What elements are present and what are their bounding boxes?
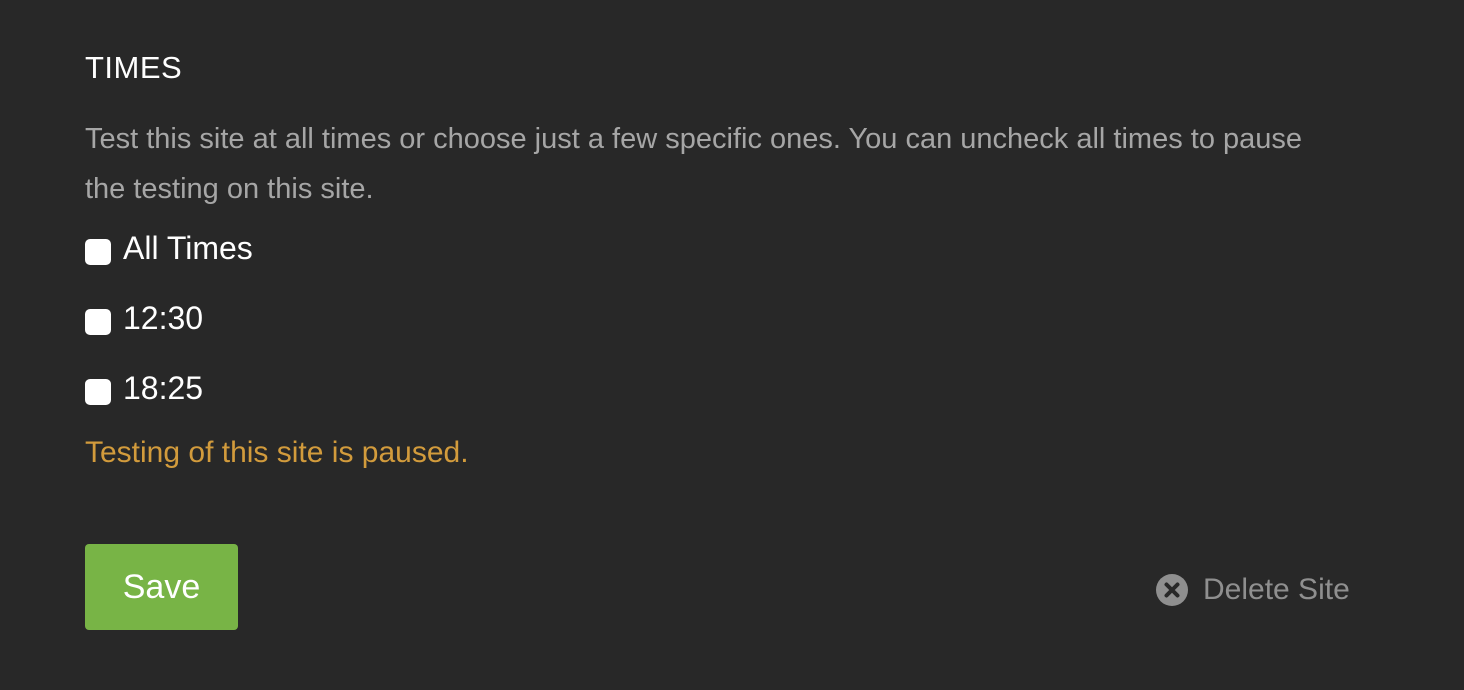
delete-site-link[interactable]: Delete Site [1156,573,1350,607]
option-label: 18:25 [123,370,204,406]
option-label: 12:30 [123,300,204,336]
times-settings-panel: TIMES Test this site at all times or cho… [85,0,1385,690]
save-button[interactable]: Save [85,544,238,630]
option-time-1230[interactable]: 12:30 [85,298,203,338]
section-title: TIMES [85,50,183,85]
option-label: All Times [123,230,253,266]
time-1230-checkbox[interactable] [85,309,111,335]
status-message: Testing of this site is paused. [85,436,469,469]
section-description: Test this site at all times or choose ju… [85,123,1303,205]
delete-site-label: Delete Site [1203,573,1350,606]
all-times-checkbox[interactable] [85,239,111,265]
option-time-1825[interactable]: 18:25 [85,368,203,408]
close-circle-icon [1156,574,1188,606]
option-all-times[interactable]: All Times [85,228,253,268]
time-1825-checkbox[interactable] [85,379,111,405]
